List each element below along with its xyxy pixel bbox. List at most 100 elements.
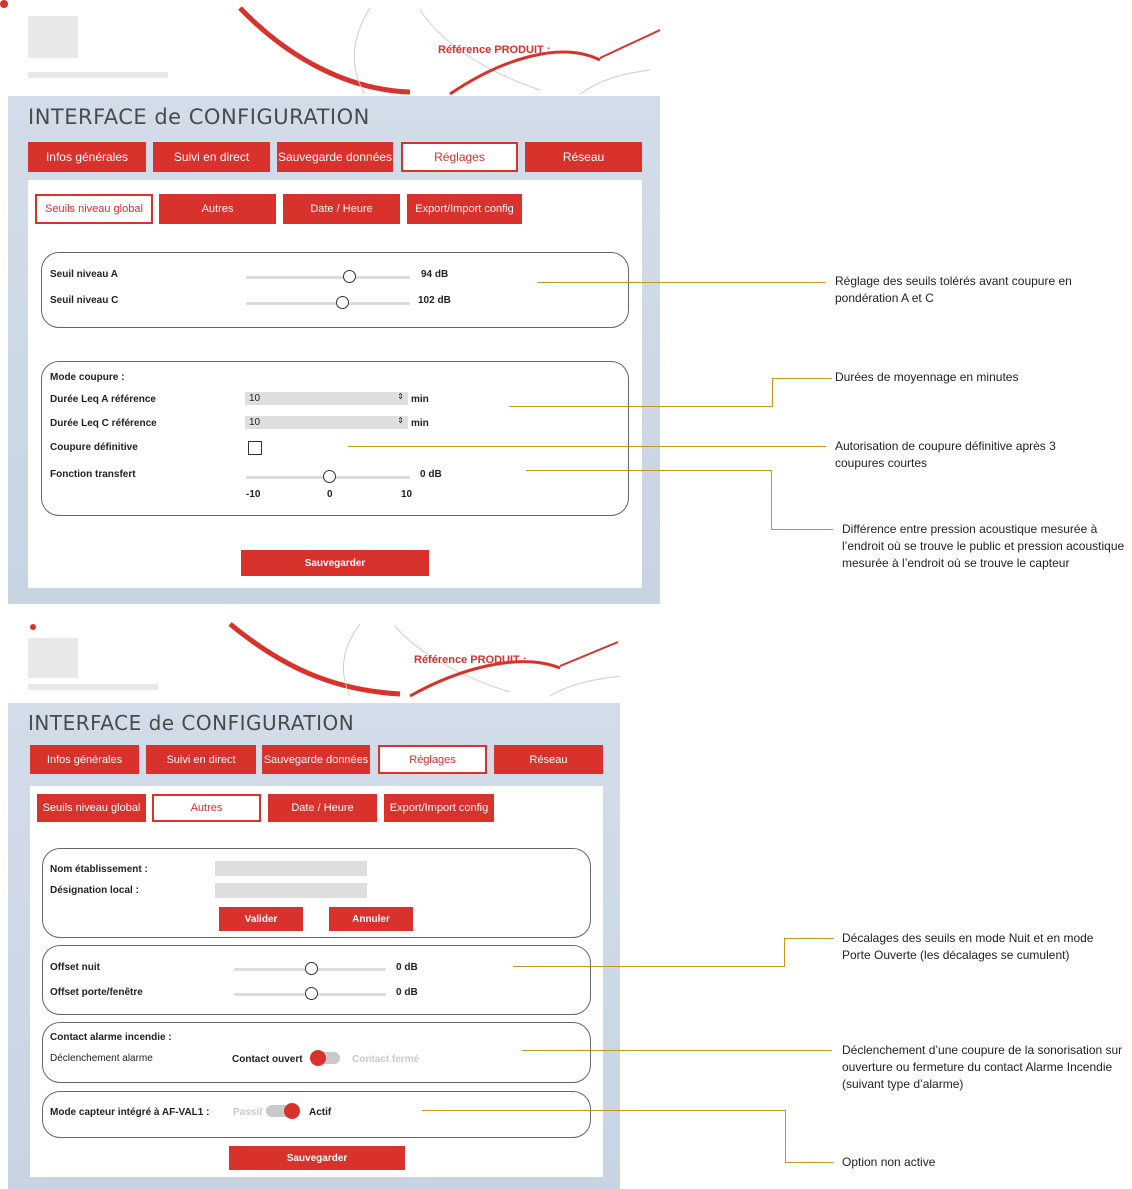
leader-line [784,938,834,939]
product-ref-label: Référence PRODUIT : [414,654,527,666]
leader-line [513,966,785,967]
annotation-offsets: Décalages des seuils en mode Nuit et en … [842,931,1094,962]
product-ref-label: Référence PRODUIT : [438,44,551,56]
transfer-slider-thumb[interactable] [323,470,336,483]
annotation-sensor: Option non active [842,1155,936,1169]
mode-title: Mode coupure : [50,372,125,383]
subtab-export-import[interactable]: Export/Import config [407,194,522,224]
subtab-export-import[interactable]: Export/Import config [384,794,494,822]
annotation-alarm: Déclenchement d’une coupure de la sonori… [842,1043,1123,1091]
leader-line [422,1110,786,1111]
offsets-group [42,945,591,1015]
contact-closed-option: Contact fermé [352,1054,420,1065]
leader-line [772,378,832,379]
offset-door-slider-thumb[interactable] [305,987,318,1000]
leq-a-unit: min [411,394,429,405]
tab-reglages[interactable]: Réglages [401,142,518,172]
level-a-label: Seuil niveau A [50,269,118,280]
logo-icon [0,0,8,8]
spinner-icon[interactable]: ⇕ [397,392,404,401]
page-title: INTERFACE de CONFIGURATION [28,105,370,129]
mode-group [41,361,629,516]
tab-suivi-direct[interactable]: Suivi en direct [153,142,270,172]
name-input[interactable] [215,861,367,876]
leader-line [509,406,773,407]
tab-sauvegarde-donnees[interactable]: Sauvegarde données [262,745,370,774]
thresholds-group [41,252,629,328]
sensor-label: Mode capteur intégré à AF-VAL1 : [50,1107,210,1118]
leq-c-value: 10 [249,417,261,428]
leq-c-input[interactable]: 10 ⇕ [245,416,408,429]
subtab-date-heure[interactable]: Date / Heure [283,194,400,224]
name-label: Nom établissement : [50,864,148,875]
leader-line [785,1162,833,1163]
subtab-seuils-niveau-global[interactable]: Seuils niveau global [37,794,146,822]
leader-line [772,378,773,407]
subtab-seuils-niveau-global[interactable]: Seuils niveau global [35,194,153,224]
tab-reseau[interactable]: Réseau [494,745,603,774]
page-title: INTERFACE de CONFIGURATION [28,711,355,735]
transfer-label: Fonction transfert [50,469,136,480]
level-a-slider-thumb[interactable] [343,270,356,283]
contact-open-option: Contact ouvert [232,1054,303,1065]
alarm-toggle-knob[interactable] [310,1050,326,1066]
offset-night-slider-thumb[interactable] [305,962,318,975]
transfer-max-tick: 10 [401,489,413,500]
alarm-trigger-label: Déclenchement alarme [50,1053,153,1064]
leader-line [348,446,826,447]
sensor-active-option: Actif [309,1107,332,1118]
tab-suivi-direct[interactable]: Suivi en direct [146,745,256,774]
tab-infos-generales[interactable]: Infos générales [28,142,146,172]
subtab-autres[interactable]: Autres [152,794,261,822]
leq-a-input[interactable]: 10 ⇕ [245,392,408,405]
transfer-value: 0 dB [420,469,442,480]
level-c-slider-thumb[interactable] [336,296,349,309]
logo-tagline [28,72,168,78]
annotation-transfer: Différence entre pression acoustique mes… [842,522,1125,570]
offset-night-label: Offset nuit [50,962,100,973]
offset-door-value: 0 dB [396,987,418,998]
header-swoosh [228,622,621,698]
leader-line [771,529,833,530]
level-c-slider[interactable] [246,302,410,305]
level-a-slider[interactable] [246,276,410,279]
annotation-definitive: Autorisation de coupure définitive après… [835,439,1056,470]
spinner-icon[interactable]: ⇕ [397,416,404,425]
offset-door-label: Offset porte/fenêtre [50,987,143,998]
tab-infos-generales[interactable]: Infos générales [30,745,139,774]
subtab-autres[interactable]: Autres [159,194,276,224]
cancel-button[interactable]: Annuler [329,907,413,931]
subtab-date-heure[interactable]: Date / Heure [268,794,377,822]
leq-a-label: Durée Leq A référence [50,394,156,405]
definitive-checkbox[interactable] [248,441,262,455]
leader-line [784,938,785,967]
logo-placeholder [28,16,78,58]
definitive-label: Coupure définitive [50,442,138,453]
validate-button[interactable]: Valider [219,907,303,931]
level-c-value: 102 dB [418,295,451,306]
sensor-passive-option: Passif [233,1107,263,1118]
leq-c-label: Durée Leq C référence [50,418,157,429]
logo-icon [30,624,36,630]
logo-tagline [28,684,158,690]
leq-a-value: 10 [249,393,261,404]
save-button[interactable]: Sauvegarder [229,1146,405,1170]
leader-line [537,282,825,283]
offset-night-value: 0 dB [396,962,418,973]
annotation-durations: Durées de moyennage en minutes [835,370,1019,384]
tab-reseau[interactable]: Réseau [525,142,642,172]
sensor-toggle-knob[interactable] [284,1103,300,1119]
header-swoosh [238,6,661,96]
tab-sauvegarde-donnees[interactable]: Sauvegarde données [277,142,393,172]
annotation-thresholds: Réglage des seuils tolérés avant coupure… [835,274,1072,305]
leader-line [522,1050,832,1051]
leader-line [526,470,772,471]
local-label: Désignation local : [50,885,139,896]
level-c-label: Seuil niveau C [50,295,119,306]
leader-line [771,470,772,530]
tab-reglages[interactable]: Réglages [378,745,487,774]
leader-line [785,1110,786,1163]
level-a-value: 94 dB [421,269,449,280]
save-button[interactable]: Sauvegarder [241,550,429,576]
local-input[interactable] [215,883,367,898]
